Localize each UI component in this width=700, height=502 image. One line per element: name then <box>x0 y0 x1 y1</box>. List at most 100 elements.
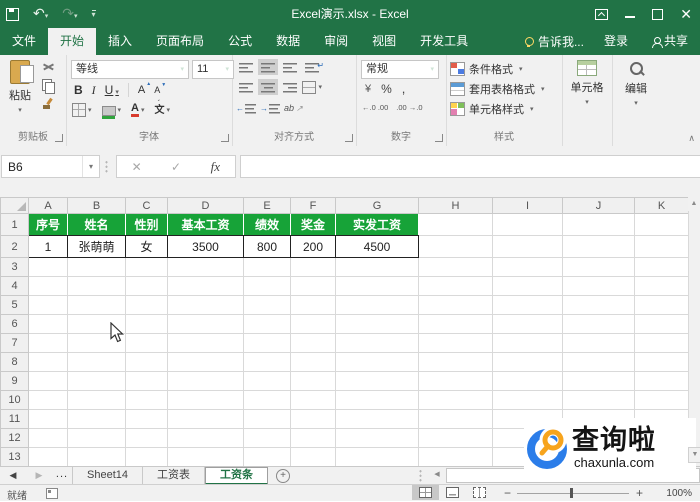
minimize-icon[interactable] <box>625 16 636 18</box>
cell-G10[interactable] <box>335 390 419 410</box>
cell-D12[interactable] <box>167 428 244 448</box>
cell-H3[interactable] <box>418 257 493 277</box>
cell-E11[interactable] <box>243 409 291 429</box>
cell-D1[interactable]: 基本工资 <box>167 213 244 236</box>
cell-B13[interactable] <box>67 447 126 467</box>
page-layout-view-button[interactable] <box>439 485 466 500</box>
zoom-slider-thumb[interactable] <box>570 488 573 498</box>
column-header-E[interactable]: E <box>243 197 291 214</box>
tab-page-layout[interactable]: 页面布局 <box>144 28 216 55</box>
cell-B9[interactable] <box>67 371 126 391</box>
cell-C6[interactable] <box>125 314 168 334</box>
tab-insert[interactable]: 插入 <box>96 28 144 55</box>
cell-F10[interactable] <box>290 390 336 410</box>
cell-K3[interactable] <box>634 257 689 277</box>
zoom-slider-track[interactable] <box>517 493 629 494</box>
column-header-J[interactable]: J <box>562 197 635 214</box>
cell-H6[interactable] <box>418 314 493 334</box>
cell-J8[interactable] <box>562 352 635 372</box>
row-header-6[interactable]: 6 <box>0 314 29 334</box>
cell-E5[interactable] <box>243 295 291 315</box>
tab-formulas[interactable]: 公式 <box>216 28 264 55</box>
cell-I4[interactable] <box>492 276 563 296</box>
cell-B8[interactable] <box>67 352 126 372</box>
cell-J10[interactable] <box>562 390 635 410</box>
cell-F1[interactable]: 奖金 <box>290 213 336 236</box>
cell-G1[interactable]: 实发工资 <box>335 213 419 236</box>
cell-G12[interactable] <box>335 428 419 448</box>
normal-view-button[interactable] <box>412 485 439 500</box>
row-header-10[interactable]: 10 <box>0 390 29 410</box>
cell-K6[interactable] <box>634 314 689 334</box>
format-as-table-button[interactable]: 套用表格格式 <box>446 79 562 99</box>
bottom-align-button[interactable] <box>280 59 300 75</box>
zoom-out-icon[interactable]: − <box>504 486 511 500</box>
row-header-13[interactable]: 13 <box>0 447 29 467</box>
column-header-A[interactable]: A <box>28 197 68 214</box>
cell-G7[interactable] <box>335 333 419 353</box>
column-header-I[interactable]: I <box>492 197 563 214</box>
cell-A11[interactable] <box>28 409 68 429</box>
row-header-3[interactable]: 3 <box>0 257 29 277</box>
cell-K7[interactable] <box>634 333 689 353</box>
cell-F13[interactable] <box>290 447 336 467</box>
maximize-icon[interactable] <box>652 8 664 20</box>
borders-button[interactable] <box>72 103 92 117</box>
cell-B4[interactable] <box>67 276 126 296</box>
cell-E12[interactable] <box>243 428 291 448</box>
cell-J9[interactable] <box>562 371 635 391</box>
tab-review[interactable]: 审阅 <box>312 28 360 55</box>
copy-button[interactable]: ▾ <box>42 79 56 94</box>
row-header-8[interactable]: 8 <box>0 352 29 372</box>
cell-E2[interactable]: 800 <box>243 235 291 258</box>
top-align-button[interactable] <box>236 59 256 75</box>
decrease-indent-button[interactable] <box>236 100 256 116</box>
cell-I8[interactable] <box>492 352 563 372</box>
first-sheet-arrow-icon[interactable]: ◀ <box>0 467 26 485</box>
cell-C10[interactable] <box>125 390 168 410</box>
cell-D8[interactable] <box>167 352 244 372</box>
column-header-H[interactable]: H <box>418 197 493 214</box>
editing-button[interactable]: 编辑 ▾ <box>612 60 660 107</box>
middle-align-button[interactable] <box>258 59 278 75</box>
cell-F4[interactable] <box>290 276 336 296</box>
cell-A6[interactable] <box>28 314 68 334</box>
cell-J1[interactable] <box>562 213 635 236</box>
conditional-formatting-button[interactable]: 条件格式 <box>446 59 562 79</box>
scroll-up-icon[interactable]: ▲ <box>688 197 700 211</box>
cell-F7[interactable] <box>290 333 336 353</box>
cell-A12[interactable] <box>28 428 68 448</box>
cell-D7[interactable] <box>167 333 244 353</box>
cell-C12[interactable] <box>125 428 168 448</box>
ribbon-display-options-icon[interactable] <box>595 8 609 20</box>
cell-H9[interactable] <box>418 371 493 391</box>
zoom-level[interactable]: 100% <box>666 488 692 499</box>
tab-scroll-divider[interactable] <box>419 469 422 482</box>
cell-B10[interactable] <box>67 390 126 410</box>
cell-E8[interactable] <box>243 352 291 372</box>
cell-C7[interactable] <box>125 333 168 353</box>
align-center-button[interactable] <box>258 79 278 95</box>
column-header-K[interactable]: K <box>634 197 689 214</box>
cell-C2[interactable]: 女 <box>125 235 168 258</box>
align-left-button[interactable] <box>236 79 256 95</box>
cell-C1[interactable]: 性别 <box>125 213 168 236</box>
cell-H11[interactable] <box>418 409 493 429</box>
cell-A9[interactable] <box>28 371 68 391</box>
undo-button[interactable]: ↶▾ <box>33 5 48 23</box>
font-size-combo[interactable]: 11 ▾ <box>192 60 234 79</box>
cell-D6[interactable] <box>167 314 244 334</box>
tab-developer[interactable]: 开发工具 <box>408 28 480 55</box>
cell-A7[interactable] <box>28 333 68 353</box>
cell-B12[interactable] <box>67 428 126 448</box>
cell-K5[interactable] <box>634 295 689 315</box>
cell-A13[interactable] <box>28 447 68 467</box>
sheet-tab-sheet14[interactable]: Sheet14 <box>73 467 143 485</box>
cell-F5[interactable] <box>290 295 336 315</box>
page-break-view-button[interactable] <box>466 485 493 500</box>
cell-J2[interactable] <box>562 235 635 258</box>
cell-B2[interactable]: 张萌萌 <box>67 235 126 258</box>
cell-H8[interactable] <box>418 352 493 372</box>
close-icon[interactable]: ✕ <box>680 7 692 21</box>
cell-G8[interactable] <box>335 352 419 372</box>
